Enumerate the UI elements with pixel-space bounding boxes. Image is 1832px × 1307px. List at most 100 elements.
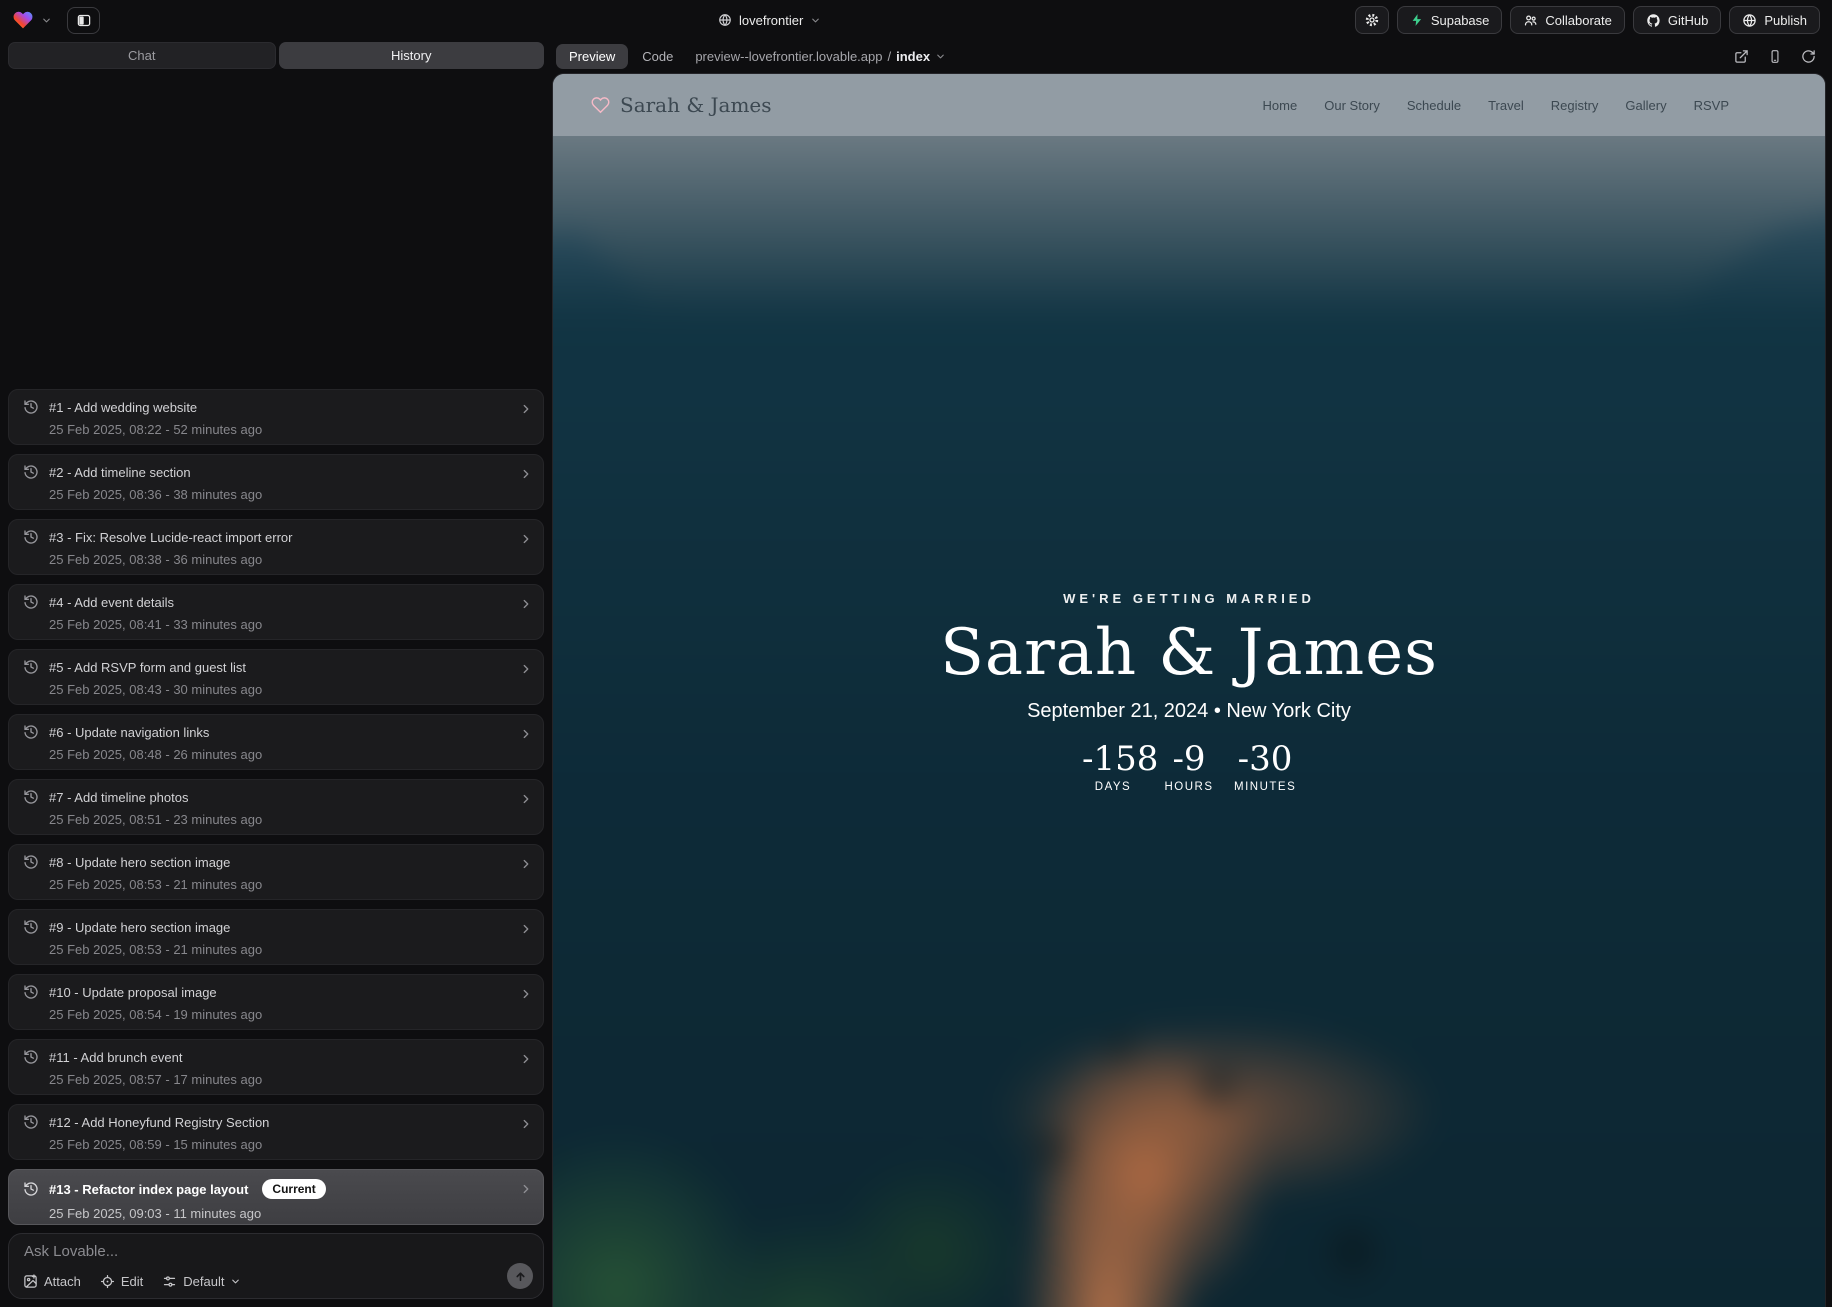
history-item-timestamp: 25 Feb 2025, 08:43 - 30 minutes ago: [49, 682, 529, 697]
mobile-view-icon[interactable]: [1768, 49, 1782, 64]
project-switcher[interactable]: lovefrontier: [718, 13, 821, 28]
attach-label: Attach: [44, 1274, 81, 1289]
site-logo[interactable]: Sarah & James: [591, 93, 772, 117]
chevron-right-icon: [519, 467, 533, 481]
history-clock-icon: [23, 594, 39, 610]
countdown-value: -9: [1158, 739, 1220, 779]
site-nav-link[interactable]: Schedule: [1407, 98, 1461, 113]
history-item[interactable]: #2 - Add timeline section Current 25 Feb…: [8, 454, 544, 510]
current-badge: Current: [262, 1179, 325, 1199]
site-nav-link[interactable]: Home: [1263, 98, 1298, 113]
preview-panel: Preview Code preview--lovefrontier.lovab…: [552, 42, 1826, 1307]
github-icon: [1646, 13, 1661, 28]
mode-chevron-down-icon: [230, 1276, 241, 1287]
history-item[interactable]: #9 - Update hero section image Current 2…: [8, 909, 544, 965]
history-clock-icon: [23, 724, 39, 740]
hero-eyebrow: WE'RE GETTING MARRIED: [553, 591, 1825, 606]
lovable-logo-icon[interactable]: [12, 10, 34, 30]
history-item-title: #11 - Add brunch event: [49, 1050, 182, 1065]
chevron-right-icon: [519, 922, 533, 936]
site-header: Sarah & James Home Our Story Schedule Tr…: [553, 74, 1825, 136]
history-item-title: #2 - Add timeline section: [49, 465, 191, 480]
history-clock-icon: [23, 919, 39, 935]
chevron-right-icon: [519, 987, 533, 1001]
site-nav-link[interactable]: Gallery: [1625, 98, 1666, 113]
history-item[interactable]: #13 - Refactor index page layout Current…: [8, 1169, 544, 1225]
preview-url[interactable]: preview--lovefrontier.lovable.app / inde…: [695, 49, 946, 64]
history-item-title: #10 - Update proposal image: [49, 985, 217, 1000]
history-item-title: #13 - Refactor index page layout: [49, 1182, 248, 1197]
history-clock-icon: [23, 789, 39, 805]
history-item-title: #4 - Add event details: [49, 595, 174, 610]
project-chevron-down-icon: [810, 15, 821, 26]
github-button[interactable]: GitHub: [1633, 6, 1721, 34]
chevron-right-icon: [519, 532, 533, 546]
countdown-value: -158: [1082, 739, 1144, 779]
publish-button[interactable]: Publish: [1729, 6, 1820, 34]
history-item-timestamp: 25 Feb 2025, 09:03 - 11 minutes ago: [49, 1206, 529, 1221]
site-nav-link[interactable]: Registry: [1551, 98, 1599, 113]
collaborate-button[interactable]: Collaborate: [1510, 6, 1625, 34]
site-nav-link[interactable]: Our Story: [1324, 98, 1380, 113]
history-item-timestamp: 25 Feb 2025, 08:48 - 26 minutes ago: [49, 747, 529, 762]
refresh-icon[interactable]: [1801, 49, 1816, 64]
site-nav-link[interactable]: RSVP: [1694, 98, 1729, 113]
history-item-timestamp: 25 Feb 2025, 08:53 - 21 minutes ago: [49, 942, 529, 957]
history-item-title: #1 - Add wedding website: [49, 400, 197, 415]
countdown-label: MINUTES: [1234, 781, 1296, 793]
tab-code[interactable]: Code: [642, 49, 673, 64]
supabase-button[interactable]: Supabase: [1397, 6, 1503, 34]
chevron-right-icon: [519, 727, 533, 741]
countdown-unit: -158 DAYS: [1082, 739, 1144, 793]
tab-chat[interactable]: Chat: [8, 42, 276, 69]
chevron-right-icon: [519, 597, 533, 611]
edit-button[interactable]: Edit: [100, 1274, 143, 1289]
hero-section: WE'RE GETTING MARRIED Sarah & James Sept…: [553, 136, 1825, 1307]
history-item-timestamp: 25 Feb 2025, 08:53 - 21 minutes ago: [49, 877, 529, 892]
gear-icon: [1364, 12, 1380, 28]
history-item[interactable]: #4 - Add event details Current 25 Feb 20…: [8, 584, 544, 640]
history-item[interactable]: #6 - Update navigation links Current 25 …: [8, 714, 544, 770]
history-item[interactable]: #7 - Add timeline photos Current 25 Feb …: [8, 779, 544, 835]
history-item-timestamp: 25 Feb 2025, 08:22 - 52 minutes ago: [49, 422, 529, 437]
history-item[interactable]: #8 - Update hero section image Current 2…: [8, 844, 544, 900]
history-item-timestamp: 25 Feb 2025, 08:54 - 19 minutes ago: [49, 1007, 529, 1022]
history-item[interactable]: #3 - Fix: Resolve Lucide-react import er…: [8, 519, 544, 575]
history-clock-icon: [23, 984, 39, 1000]
history-clock-icon: [23, 854, 39, 870]
history-item[interactable]: #10 - Update proposal image Current 25 F…: [8, 974, 544, 1030]
workspace-chevron-down-icon[interactable]: [41, 15, 52, 26]
countdown-label: DAYS: [1082, 781, 1144, 793]
site-logo-text: Sarah & James: [620, 93, 772, 117]
history-clock-icon: [23, 399, 39, 415]
ask-lovable-input[interactable]: [24, 1243, 499, 1260]
send-button[interactable]: [507, 1263, 533, 1289]
mode-select[interactable]: Default: [162, 1274, 241, 1289]
history-item-title: #7 - Add timeline photos: [49, 790, 188, 805]
sliders-icon: [162, 1274, 177, 1289]
history-item[interactable]: #12 - Add Honeyfund Registry Section Cur…: [8, 1104, 544, 1160]
site-nav-link[interactable]: Travel: [1488, 98, 1524, 113]
url-separator: /: [887, 49, 891, 64]
url-chevron-down-icon: [935, 51, 946, 62]
tab-preview[interactable]: Preview: [556, 44, 628, 69]
open-external-icon[interactable]: [1734, 49, 1749, 64]
history-item-timestamp: 25 Feb 2025, 08:51 - 23 minutes ago: [49, 812, 529, 827]
settings-button[interactable]: [1355, 6, 1389, 34]
history-item[interactable]: #5 - Add RSVP form and guest list Curren…: [8, 649, 544, 705]
chevron-right-icon: [519, 1182, 533, 1196]
hero-dateline: September 21, 2024 • New York City: [553, 700, 1825, 723]
history-item[interactable]: #11 - Add brunch event Current 25 Feb 20…: [8, 1039, 544, 1095]
edit-label: Edit: [121, 1274, 143, 1289]
attach-button[interactable]: Attach: [23, 1274, 81, 1289]
tab-history[interactable]: History: [279, 42, 545, 69]
countdown-label: HOURS: [1158, 781, 1220, 793]
supabase-bolt-icon: [1410, 13, 1424, 27]
history-item[interactable]: #1 - Add wedding website Current 25 Feb …: [8, 389, 544, 445]
countdown-value: -30: [1234, 739, 1296, 779]
history-item-title: #8 - Update hero section image: [49, 855, 230, 870]
history-item-title: #9 - Update hero section image: [49, 920, 230, 935]
publish-label: Publish: [1764, 13, 1807, 28]
collaborate-users-icon: [1523, 13, 1538, 28]
sidebar-toggle-button[interactable]: [67, 7, 100, 34]
